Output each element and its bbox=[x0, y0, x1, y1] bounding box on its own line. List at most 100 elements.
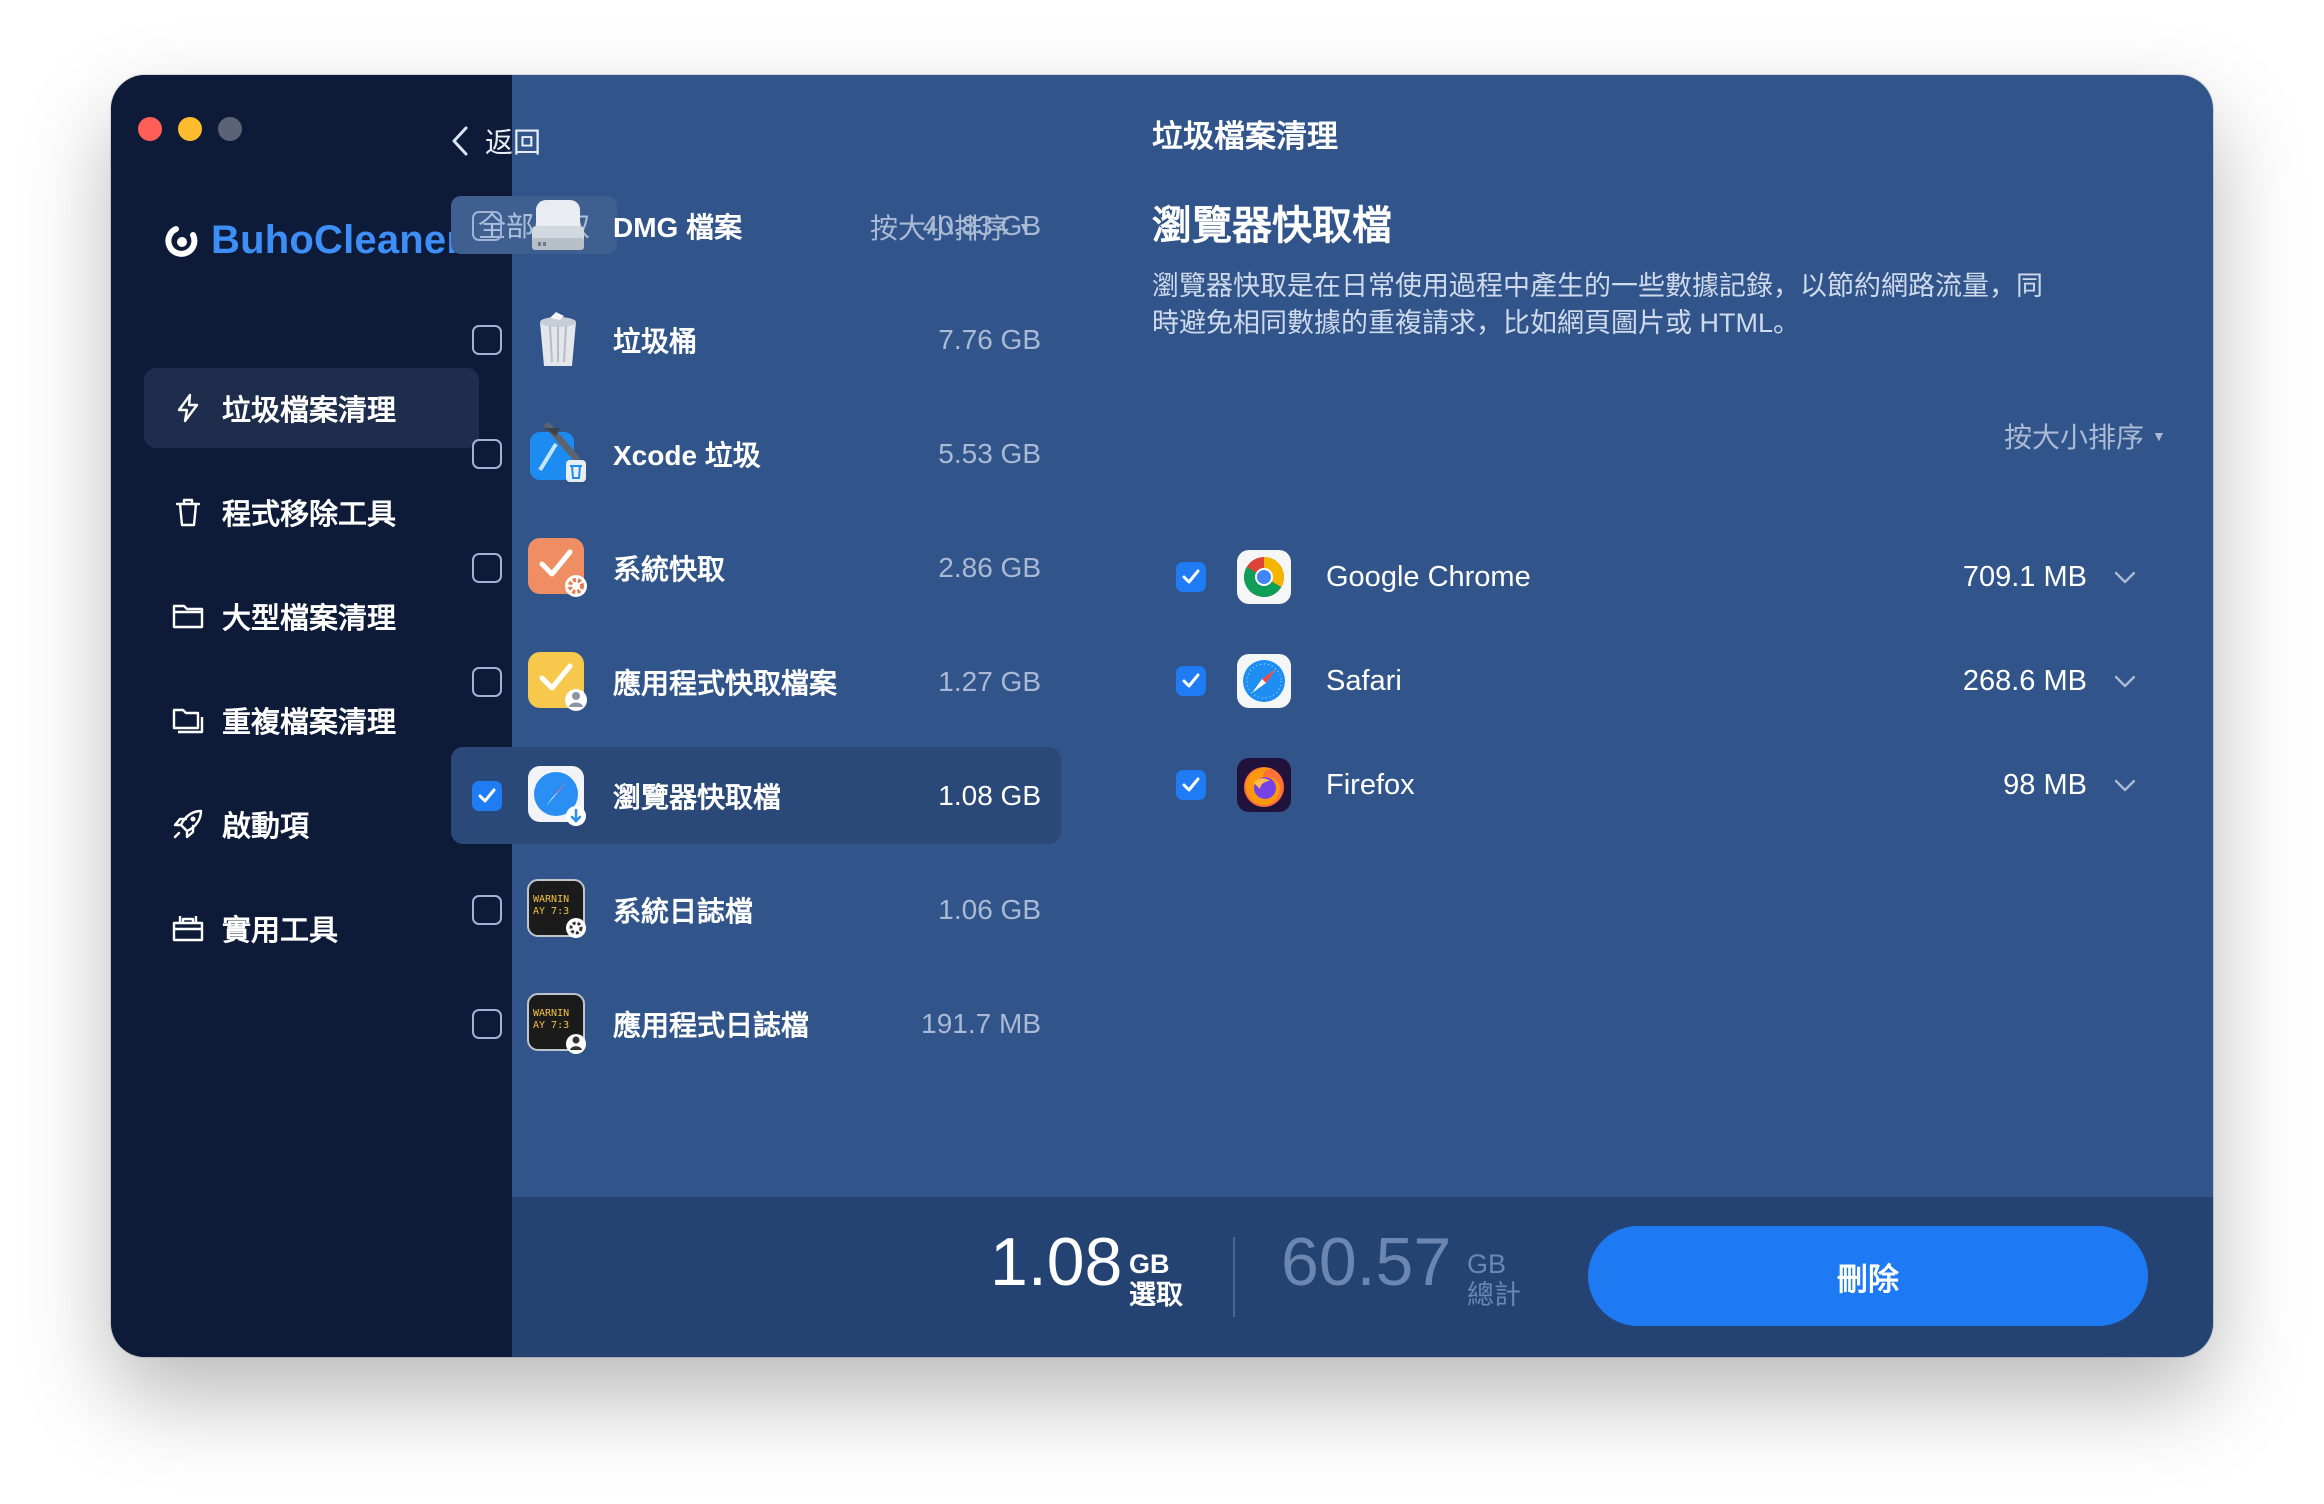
list-item-label: 應用程式快取檔案 bbox=[613, 667, 838, 699]
folder-icon bbox=[170, 598, 206, 634]
list-item-size: 1.27 GB bbox=[938, 665, 1041, 697]
checkbox-checked[interactable] bbox=[1176, 562, 1206, 592]
total-label: 總計 bbox=[1467, 1280, 1521, 1310]
sidebar-item-toolkit[interactable]: 實用工具 bbox=[144, 888, 479, 968]
checkbox[interactable] bbox=[472, 324, 502, 355]
checkbox-checked[interactable] bbox=[1176, 770, 1206, 800]
checkmark-icon bbox=[478, 788, 496, 802]
delete-button[interactable]: 刪除 bbox=[1588, 1226, 2148, 1326]
log-text-line-2: AY 7:3 bbox=[533, 1020, 569, 1031]
safari-icon bbox=[1237, 654, 1291, 708]
list-item-label: 系統快取 bbox=[613, 553, 726, 585]
app-window: BuhoCleaner 垃圾檔案清理 程式移除工具 大型檔案清理 重複檔案清理 … bbox=[111, 75, 2213, 1357]
junk-category-list: DMG 檔案 40.83 GB 垃圾桶 7.76 GB Xcode 垃圾 5.5… bbox=[451, 177, 1061, 1089]
browser-cache-size: 709.1 MB bbox=[1962, 560, 2087, 593]
sidebar-item-label: 重複檔案清理 bbox=[222, 707, 397, 739]
sidebar-item-junk-cleanup[interactable]: 垃圾檔案清理 bbox=[144, 368, 479, 448]
list-item-size: 1.08 GB bbox=[938, 779, 1041, 811]
checkbox[interactable] bbox=[472, 210, 502, 241]
footer-divider bbox=[1233, 1237, 1235, 1317]
list-item-app-cache[interactable]: 應用程式快取檔案 1.27 GB bbox=[451, 633, 1061, 730]
detail-description: 瀏覽器快取是在日常使用過程中產生的一些數據記錄，以節約網路流量，同時避免相同數據… bbox=[1152, 271, 2043, 338]
browser-cache-size: 268.6 MB bbox=[1962, 664, 2087, 697]
disk-image-icon bbox=[532, 199, 584, 250]
system-log-icon: WARNIN AY 7:3 bbox=[527, 878, 586, 938]
log-text-line-1: WARNIN bbox=[533, 894, 569, 905]
sidebar-item-large-files[interactable]: 大型檔案清理 bbox=[144, 576, 479, 656]
list-item-browser-cache[interactable]: 瀏覽器快取檔 1.08 GB bbox=[451, 747, 1061, 844]
total-size-unit: GB 總計 bbox=[1467, 1249, 1521, 1311]
list-item-label: 應用程式日誌檔 bbox=[613, 1009, 810, 1041]
xcode-icon bbox=[530, 422, 586, 482]
browser-row-firefox[interactable]: Firefox 98 MB bbox=[1152, 745, 2212, 825]
page-title: 垃圾檔案清理 bbox=[1152, 119, 1338, 154]
sidebar-nav: 垃圾檔案清理 程式移除工具 大型檔案清理 重複檔案清理 啟動項 實用工具 bbox=[144, 368, 479, 992]
sidebar-item-duplicate-files[interactable]: 重複檔案清理 bbox=[144, 680, 479, 760]
list-item-dmg[interactable]: DMG 檔案 40.83 GB bbox=[451, 177, 1061, 274]
log-text-line-1: WARNIN bbox=[533, 1008, 569, 1019]
browser-name: Safari bbox=[1326, 664, 1402, 697]
checkbox[interactable] bbox=[472, 552, 502, 583]
trash-icon bbox=[170, 494, 206, 530]
total-unit: GB bbox=[1467, 1249, 1507, 1279]
list-item-size: 7.76 GB bbox=[938, 323, 1041, 355]
list-item-app-log[interactable]: WARNIN AY 7:3 應用程式日誌檔 191.7 MB bbox=[451, 975, 1061, 1072]
chevron-down-icon[interactable] bbox=[2110, 562, 2140, 592]
list-item-size: 1.06 GB bbox=[938, 893, 1041, 925]
sidebar-item-label: 程式移除工具 bbox=[222, 499, 397, 531]
chevron-left-icon bbox=[452, 126, 468, 156]
checkmark-icon bbox=[1182, 673, 1200, 688]
app-log-icon: WARNIN AY 7:3 bbox=[527, 992, 586, 1054]
selected-size-unit: GB 選取 bbox=[1129, 1249, 1183, 1311]
detail-sort-dropdown[interactable]: 按大小排序 ▼ bbox=[2004, 416, 2166, 456]
system-cache-icon bbox=[528, 537, 587, 597]
app-name: BuhoCleaner bbox=[211, 218, 463, 262]
list-item-label: 瀏覽器快取檔 bbox=[613, 781, 782, 813]
browser-cache-icon bbox=[528, 765, 586, 826]
checkbox-checked[interactable] bbox=[1176, 666, 1206, 696]
sidebar-item-label: 啟動項 bbox=[222, 811, 310, 843]
sidebar-item-label: 垃圾檔案清理 bbox=[222, 395, 397, 427]
list-item-xcode[interactable]: Xcode 垃圾 5.53 GB bbox=[451, 405, 1061, 502]
duplicate-folder-icon bbox=[170, 702, 206, 738]
checkbox[interactable] bbox=[472, 666, 502, 697]
sidebar-item-label: 實用工具 bbox=[222, 915, 339, 947]
list-item-label: 垃圾桶 bbox=[613, 325, 698, 357]
list-item-size: 40.83 GB bbox=[922, 209, 1041, 241]
selected-label: 選取 bbox=[1129, 1280, 1183, 1310]
checkbox-checked[interactable] bbox=[472, 780, 502, 811]
toolbox-icon bbox=[170, 910, 206, 946]
browser-name: Firefox bbox=[1326, 768, 1415, 801]
sort-label: 按大小排序 bbox=[2004, 422, 2145, 453]
list-item-size: 5.53 GB bbox=[938, 437, 1041, 469]
selected-unit: GB bbox=[1129, 1249, 1170, 1279]
browser-cache-size: 98 MB bbox=[2003, 768, 2087, 801]
checkbox[interactable] bbox=[472, 1008, 502, 1039]
minimize-window-button[interactable] bbox=[178, 117, 202, 141]
list-item-system-log[interactable]: WARNIN AY 7:3 系統日誌檔 1.06 GB bbox=[451, 861, 1061, 958]
checkbox[interactable] bbox=[472, 438, 502, 469]
sidebar-item-app-uninstaller[interactable]: 程式移除工具 bbox=[144, 472, 479, 552]
log-text-line-2: AY 7:3 bbox=[533, 906, 569, 917]
detail-title: 瀏覽器快取檔 bbox=[1152, 204, 1392, 248]
browser-row-chrome[interactable]: Google Chrome 709.1 MB bbox=[1152, 537, 2212, 617]
lightning-icon bbox=[170, 390, 206, 426]
list-item-label: DMG 檔案 bbox=[613, 211, 743, 243]
back-button[interactable]: 返回 bbox=[449, 113, 541, 169]
chrome-icon bbox=[1237, 550, 1291, 604]
list-item-label: Xcode 垃圾 bbox=[613, 439, 761, 471]
checkmark-icon bbox=[1182, 777, 1200, 792]
buhocleaner-logo-icon bbox=[165, 225, 198, 257]
checkbox[interactable] bbox=[472, 894, 502, 925]
close-window-button[interactable] bbox=[138, 117, 162, 141]
trash-bin-icon bbox=[540, 311, 576, 366]
browser-row-safari[interactable]: Safari 268.6 MB bbox=[1152, 641, 2212, 721]
checkmark-icon bbox=[1182, 569, 1200, 584]
zoom-window-button[interactable] bbox=[218, 117, 242, 141]
sidebar-item-startup-items[interactable]: 啟動項 bbox=[144, 784, 479, 864]
list-item-trash[interactable]: 垃圾桶 7.76 GB bbox=[451, 291, 1061, 388]
chevron-down-icon[interactable] bbox=[2110, 770, 2140, 800]
firefox-icon bbox=[1237, 758, 1291, 812]
list-item-system-cache[interactable]: 系統快取 2.86 GB bbox=[451, 519, 1061, 616]
chevron-down-icon[interactable] bbox=[2110, 666, 2140, 696]
